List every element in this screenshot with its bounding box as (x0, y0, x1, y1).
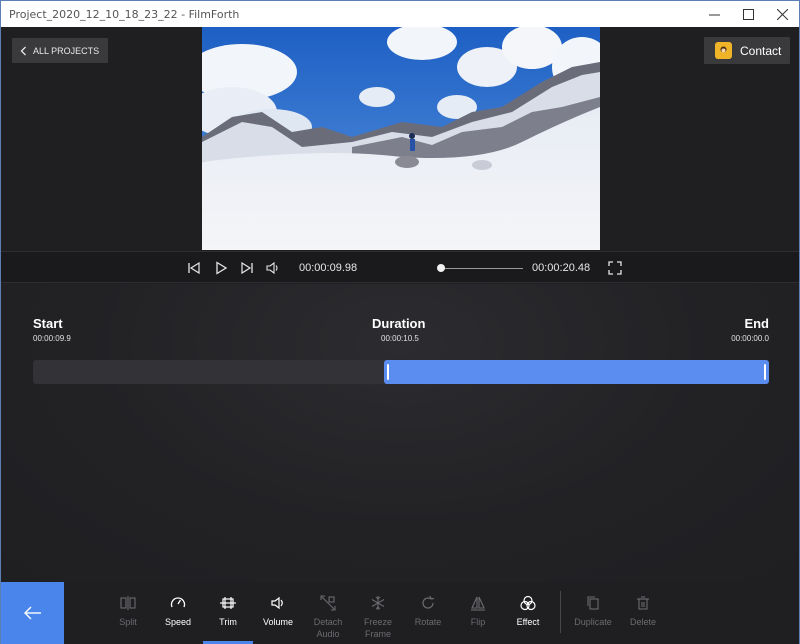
edit-toolbar: Split Speed Trim Volume Detach Audio Fre… (1, 582, 799, 644)
effect-icon (520, 595, 536, 611)
trim-start-handle[interactable] (387, 364, 389, 380)
split-icon (120, 595, 136, 611)
freeze-frame-label: Freeze Frame (363, 617, 392, 639)
delete-icon (635, 595, 651, 611)
all-projects-label: ALL PROJECTS (33, 45, 100, 56)
arrow-left-icon (23, 606, 41, 620)
volume-icon (270, 595, 286, 611)
all-projects-button[interactable]: ALL PROJECTS (12, 38, 109, 63)
rotate-label: Rotate (414, 617, 442, 627)
volume-button[interactable]: Volume (253, 595, 303, 628)
trim-selection[interactable] (384, 360, 769, 384)
contact-button[interactable]: Contact (704, 37, 790, 64)
current-time: 00:00:09.98 (299, 262, 358, 274)
app-window: Project_2020_12_10_18_23_22 - FilmForth … (0, 0, 800, 644)
start-value: 00:00:09.9 (33, 334, 71, 343)
toolbar-separator (560, 591, 561, 633)
delete-button[interactable]: Delete (618, 595, 668, 628)
contact-label: Contact (740, 43, 782, 58)
chevron-left-icon (20, 46, 26, 55)
speed-icon (170, 595, 186, 611)
effect-button[interactable]: Effect (503, 595, 553, 628)
fullscreen-icon[interactable] (607, 260, 623, 276)
speed-button[interactable]: Speed (153, 595, 203, 628)
back-button[interactable] (1, 582, 64, 644)
delete-label: Delete (629, 617, 656, 627)
freeze-frame-icon (370, 595, 386, 611)
effect-label: Effect (516, 617, 540, 627)
end-value: 00:00:00.0 (731, 334, 769, 343)
skip-back-icon[interactable] (186, 260, 202, 276)
total-time: 00:00:20.48 (532, 262, 591, 274)
duplicate-button[interactable]: Duplicate (568, 595, 618, 628)
end-label: End (744, 316, 769, 331)
video-preview[interactable] (202, 27, 600, 250)
duration-label: Duration (372, 316, 426, 331)
minimize-icon[interactable] (697, 1, 731, 27)
detach-audio-label: Detach Audio (313, 617, 343, 639)
title-bar: Project_2020_12_10_18_23_22 - FilmForth (1, 1, 799, 27)
play-icon[interactable] (213, 260, 229, 276)
trim-icon (220, 595, 236, 611)
trim-panel: Start 00:00:09.9 Duration 00:00:10.5 End… (1, 284, 799, 582)
volume-label: Volume (262, 617, 294, 627)
trim-end-handle[interactable] (764, 364, 766, 380)
duplicate-icon (585, 595, 601, 611)
seek-knob[interactable] (437, 264, 445, 272)
maximize-icon[interactable] (731, 1, 765, 27)
flip-button[interactable]: Flip (453, 595, 503, 628)
duration-value: 00:00:10.5 (381, 334, 419, 343)
speed-label: Speed (164, 617, 192, 627)
freeze-frame-button[interactable]: Freeze Frame (353, 595, 403, 640)
split-button[interactable]: Split (103, 595, 153, 628)
preview-area: ALL PROJECTS Contact (1, 27, 799, 251)
close-icon[interactable] (765, 1, 799, 27)
video-frame-image (202, 27, 600, 250)
split-label: Split (119, 617, 137, 627)
contact-avatar-icon (715, 42, 732, 59)
volume-icon[interactable] (265, 260, 281, 276)
rotate-button[interactable]: Rotate (403, 595, 453, 628)
start-label: Start (33, 316, 63, 331)
flip-label: Flip (470, 617, 486, 627)
trim-button[interactable]: Trim (203, 595, 253, 628)
rotate-icon (420, 595, 436, 611)
detach-audio-icon (320, 595, 336, 611)
skip-forward-icon[interactable] (239, 260, 255, 276)
window-title: Project_2020_12_10_18_23_22 - FilmForth (9, 7, 240, 21)
trim-label: Trim (219, 617, 237, 627)
seek-bar[interactable] (441, 268, 523, 269)
duplicate-label: Duplicate (574, 617, 612, 627)
flip-icon (470, 595, 486, 611)
player-controls: 00:00:09.98 00:00:20.48 (1, 251, 799, 283)
detach-audio-button[interactable]: Detach Audio (303, 595, 353, 640)
